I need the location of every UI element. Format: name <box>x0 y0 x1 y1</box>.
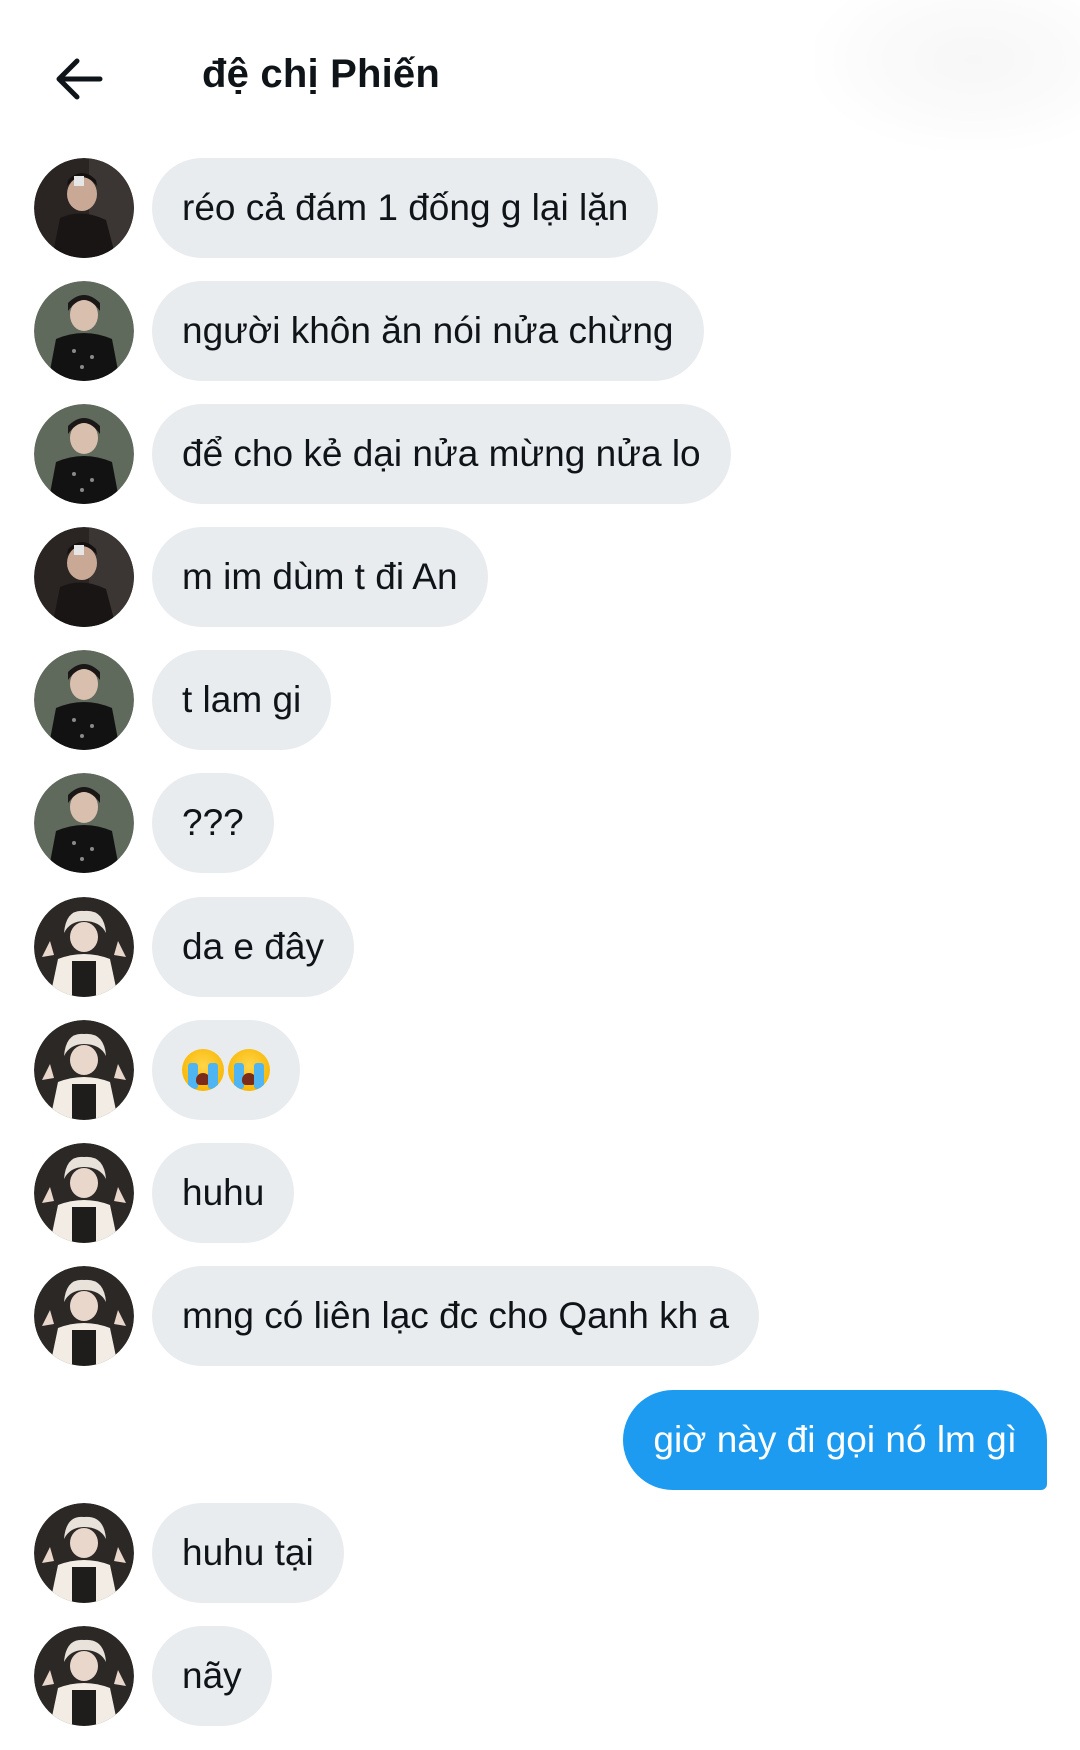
avatar[interactable] <box>34 1020 134 1120</box>
message-row: để cho kẻ dại nửa mừng nửa lo <box>0 404 1080 504</box>
message-bubble[interactable] <box>152 1020 300 1120</box>
message-row <box>0 1020 1080 1120</box>
message-bubble-outgoing[interactable]: giờ này đi gọi nó lm gì <box>623 1390 1047 1490</box>
message-bubble[interactable]: mng có liên lạc đc cho Qanh kh a <box>152 1266 760 1366</box>
message-row: ??? <box>0 773 1080 873</box>
avatar[interactable] <box>34 1626 134 1726</box>
avatar[interactable] <box>34 1266 134 1366</box>
message-bubble[interactable]: m im dùm t đi An <box>152 527 488 627</box>
avatar[interactable] <box>34 404 134 504</box>
message-row: t lam gi <box>0 650 1080 750</box>
message-row: nãy <box>0 1626 1080 1726</box>
message-bubble[interactable]: huhu tại <box>152 1503 344 1603</box>
avatar[interactable] <box>34 1143 134 1243</box>
avatar[interactable] <box>34 527 134 627</box>
message-bubble[interactable]: người khôn ăn nói nửa chừng <box>152 281 704 381</box>
message-row: réo cả đám 1 đống g lại lặn <box>0 158 1080 258</box>
message-row: huhu <box>0 1143 1080 1243</box>
avatar[interactable] <box>34 897 134 997</box>
message-bubble[interactable]: huhu <box>152 1143 295 1243</box>
avatar[interactable] <box>34 773 134 873</box>
loudly-crying-face-icon <box>182 1049 224 1091</box>
emoji-group <box>182 1049 270 1091</box>
avatar[interactable] <box>34 158 134 258</box>
message-bubble[interactable]: t lam gi <box>152 650 332 750</box>
message-row: da e đây <box>0 897 1080 997</box>
message-row: mng có liên lạc đc cho Qanh kh a <box>0 1266 1080 1366</box>
avatar[interactable] <box>34 281 134 381</box>
message-thread: réo cả đám 1 đống g lại lặn người khôn ă… <box>0 0 1080 1750</box>
message-bubble[interactable]: ??? <box>152 773 274 873</box>
avatar[interactable] <box>34 650 134 750</box>
message-row-outgoing: giờ này đi gọi nó lm gì <box>0 1390 1080 1490</box>
message-row: m im dùm t đi An <box>0 527 1080 627</box>
message-bubble[interactable]: nãy <box>152 1626 272 1726</box>
message-bubble[interactable]: réo cả đám 1 đống g lại lặn <box>152 158 659 258</box>
message-row: người khôn ăn nói nửa chừng <box>0 281 1080 381</box>
message-row: huhu tại <box>0 1503 1080 1603</box>
avatar[interactable] <box>34 1503 134 1603</box>
message-bubble[interactable]: để cho kẻ dại nửa mừng nửa lo <box>152 404 731 504</box>
loudly-crying-face-icon <box>228 1049 270 1091</box>
message-bubble[interactable]: da e đây <box>152 897 354 997</box>
